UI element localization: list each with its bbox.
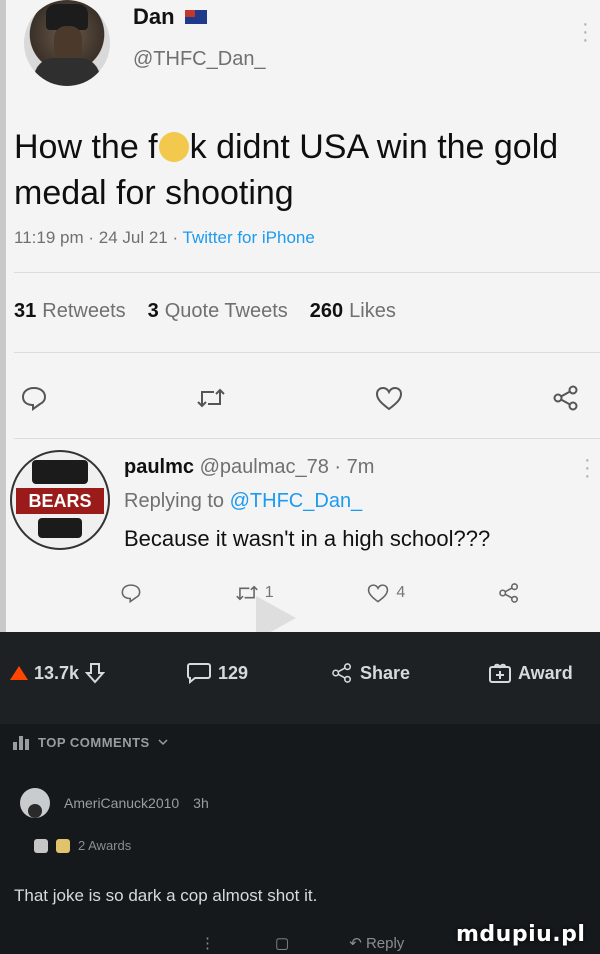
tweet-text-part1: How the f bbox=[14, 128, 158, 166]
divider bbox=[14, 272, 600, 273]
award-label: Award bbox=[518, 662, 573, 683]
comment-text: That joke is so dark a cop almost shot i… bbox=[14, 886, 318, 905]
sort-comments[interactable]: TOP COMMENTS bbox=[12, 734, 168, 750]
tweet-source[interactable]: Twitter for iPhone bbox=[183, 228, 315, 247]
retweets-stat[interactable]: 31 Retweets bbox=[14, 300, 126, 323]
reply-actions: 1 4 bbox=[120, 582, 520, 604]
share-icon bbox=[332, 663, 352, 683]
comment-actions: ⋮ ▢ ↶ Reply bbox=[200, 934, 404, 952]
downvote-icon[interactable] bbox=[85, 662, 106, 684]
comment-age: 3h bbox=[193, 795, 209, 811]
retweet-icon[interactable] bbox=[191, 378, 231, 418]
vote-count: 13.7k bbox=[34, 662, 80, 683]
reply-header: paulmc @paulmac_78 · 7m bbox=[124, 456, 375, 478]
reply-icon[interactable] bbox=[14, 378, 54, 418]
user-handle[interactable]: @THFC_Dan_ bbox=[133, 48, 266, 71]
like-icon[interactable] bbox=[369, 378, 409, 418]
award-button[interactable]: Award bbox=[488, 662, 573, 684]
reply-name[interactable]: paulmc bbox=[124, 456, 194, 478]
award-badge-icon bbox=[34, 838, 48, 853]
comment-awards: 2 Awards bbox=[34, 838, 131, 853]
reply-like-count: 4 bbox=[396, 584, 406, 601]
divider bbox=[14, 438, 600, 439]
chevron-down-icon bbox=[158, 739, 168, 746]
emoji-icon bbox=[158, 132, 189, 163]
quotes-stat[interactable]: 3 Quote Tweets bbox=[148, 300, 288, 323]
reply-share-icon[interactable] bbox=[498, 582, 520, 604]
top-comments-label: TOP COMMENTS bbox=[38, 734, 150, 750]
reply-tweet[interactable]: BEARS paulmc @paulmac_78 · 7m · · · Replyi… bbox=[10, 450, 591, 620]
share-button[interactable]: Share bbox=[330, 662, 410, 684]
award-comment-icon[interactable]: ▢ bbox=[275, 934, 289, 952]
comment-icon bbox=[187, 663, 211, 684]
replying-to: Replying to @THFC_Dan_ bbox=[124, 490, 363, 512]
award-icon bbox=[489, 663, 511, 683]
logo-bottom bbox=[38, 518, 82, 538]
divider bbox=[14, 352, 600, 353]
award-badge-icon bbox=[56, 838, 70, 853]
comments-button[interactable]: 129 bbox=[186, 662, 248, 684]
tweet-stats: 31 Retweets 3 Quote Tweets 260 Likes bbox=[14, 300, 396, 323]
tweet-meta: 11:19 pm · 24 Jul 21 · Twitter for iPhon… bbox=[14, 228, 315, 247]
reply-avatar[interactable]: BEARS bbox=[10, 450, 110, 550]
flag-icon bbox=[184, 10, 207, 24]
tweet-actions bbox=[14, 378, 586, 418]
share-label: Share bbox=[360, 662, 411, 683]
reddit-section: 13.7k 129 Share Award TOP COMMENTS Ameri… bbox=[0, 632, 600, 954]
awards-count: 2 Awards bbox=[78, 838, 132, 853]
comment-count: 129 bbox=[218, 662, 249, 683]
comment-author-row: AmeriCanuck2010 3h bbox=[20, 788, 209, 818]
comment-avatar[interactable] bbox=[20, 788, 50, 818]
reply-handle[interactable]: @paulmac_78 bbox=[200, 456, 329, 478]
reply-age: 7m bbox=[346, 456, 375, 478]
more-options-icon[interactable]: ⋮ bbox=[200, 934, 215, 952]
tweet-text: How the fk didnt USA win the gold medal … bbox=[14, 124, 574, 216]
comment-username[interactable]: AmeriCanuck2010 bbox=[64, 795, 179, 811]
reply-like-button[interactable]: 4 bbox=[366, 582, 405, 604]
replying-to-handle[interactable]: @THFC_Dan_ bbox=[230, 490, 363, 512]
avatar-shirt bbox=[34, 58, 100, 86]
share-icon[interactable] bbox=[546, 378, 586, 418]
reply-reply-icon[interactable] bbox=[120, 582, 142, 604]
site-watermark: mdupiu.pl bbox=[456, 921, 586, 947]
reply-button[interactable]: ↶ Reply bbox=[349, 934, 404, 952]
more-options-icon[interactable]: · · · bbox=[584, 450, 591, 486]
reply-text: Because it wasn't in a high school??? bbox=[124, 526, 491, 551]
sort-bars-icon bbox=[13, 736, 29, 750]
logo-top bbox=[32, 460, 88, 484]
bears-logo-banner: BEARS bbox=[16, 488, 104, 514]
tweet-time: 11:19 pm bbox=[14, 228, 84, 247]
display-name[interactable]: Dan bbox=[133, 4, 175, 30]
vote-control[interactable]: 13.7k bbox=[10, 662, 106, 684]
avatar[interactable] bbox=[24, 0, 110, 86]
tweet-date: 24 Jul 21 bbox=[98, 228, 168, 247]
post-action-bar: 13.7k 129 Share Award bbox=[0, 632, 600, 724]
upvote-icon[interactable] bbox=[10, 666, 28, 680]
frame-edge bbox=[0, 0, 6, 632]
more-options-icon[interactable]: · · · bbox=[582, 14, 589, 50]
likes-stat[interactable]: 260 Likes bbox=[310, 300, 396, 323]
avatar-face bbox=[54, 26, 82, 62]
author-row: Dan bbox=[133, 4, 207, 30]
